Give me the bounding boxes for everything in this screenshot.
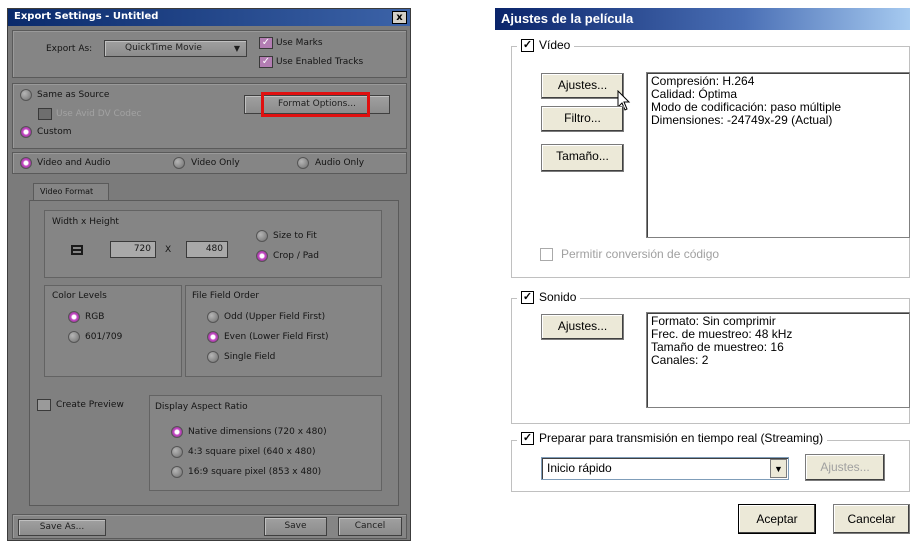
use-avid-dv-codec-checkbox[interactable] (38, 108, 52, 120)
x-separator: X (165, 245, 172, 255)
native-dimensions-radio[interactable] (171, 426, 183, 438)
video-label: Vídeo (539, 38, 571, 52)
video-info-line: Dimensiones: -24749x-29 (Actual) (651, 113, 833, 127)
video-only-radio[interactable] (173, 157, 185, 169)
audio-only-radio[interactable] (297, 157, 309, 169)
chevron-down-icon: ▼ (233, 44, 240, 53)
same-as-source-label: Same as Source (37, 90, 110, 100)
use-avid-dv-codec-label: Use Avid DV Codec (56, 109, 142, 119)
width-field[interactable]: 720 (110, 241, 156, 258)
streaming-ajustes-label: Ajustes... (820, 460, 870, 474)
size-to-fit-label: Size to Fit (273, 231, 317, 241)
video-ajustes-button[interactable]: Ajustes... (541, 73, 624, 99)
streaming-checkbox[interactable]: ✓ (521, 431, 534, 445)
width-height-label: Width x Height (52, 217, 119, 227)
use-enabled-tracks-checkbox[interactable] (259, 56, 273, 68)
sound-info-line: Canales: 2 (651, 353, 709, 367)
cancelar-label: Cancelar (847, 512, 896, 526)
movie-settings-window: Ajustes de la película ✓ Vídeo Ajustes..… (495, 8, 910, 543)
window-title: Export Settings - Untitled (8, 9, 410, 26)
highlight-box (261, 92, 370, 117)
use-marks-label: Use Marks (276, 38, 323, 48)
save-as-button[interactable]: Save As... (18, 519, 106, 536)
file-field-order-label: File Field Order (192, 291, 260, 301)
tamano-label: Tamaño... (556, 149, 609, 163)
save-as-label: Save As... (39, 522, 85, 532)
even-field-label: Even (Lower Field First) (224, 332, 329, 342)
export-settings-window: Export Settings - Untitled x Export As: … (7, 8, 411, 541)
sound-info-panel: Formato: Sin comprimir Frec. de muestreo… (646, 312, 910, 408)
use-enabled-tracks-label: Use Enabled Tracks (276, 57, 364, 67)
tab-video-format[interactable]: Video Format (33, 183, 109, 200)
size-to-fit-radio[interactable] (256, 230, 268, 242)
export-as-dropdown[interactable]: QuickTime Movie ▼ (104, 40, 247, 57)
display-aspect-ratio-label: Display Aspect Ratio (155, 402, 248, 412)
close-button[interactable]: x (392, 11, 407, 24)
video-header: ✓ Vídeo (517, 38, 575, 52)
square-43-radio[interactable] (171, 446, 183, 458)
sonido-ajustes-label: Ajustes... (557, 319, 608, 333)
crop-pad-radio[interactable] (256, 250, 268, 262)
audio-only-label: Audio Only (315, 158, 365, 168)
video-ajustes-label: Ajustes... (557, 78, 608, 92)
create-preview-checkbox[interactable] (37, 399, 51, 411)
video-checkbox[interactable]: ✓ (521, 38, 534, 52)
export-as-label: Export As: (46, 44, 93, 54)
single-field-label: Single Field (224, 352, 276, 362)
video-only-label: Video Only (191, 158, 240, 168)
color-levels-label: Color Levels (52, 291, 107, 301)
aceptar-button[interactable]: Aceptar (738, 504, 816, 534)
rgb-label: RGB (85, 312, 105, 322)
streaming-label: Preparar para transmisión en tiempo real… (539, 431, 824, 445)
save-button[interactable]: Save (264, 517, 327, 536)
rgb-radio[interactable] (68, 311, 80, 323)
permitir-checkbox[interactable] (540, 248, 553, 261)
r601-709-radio[interactable] (68, 331, 80, 343)
chevron-down-icon[interactable]: ▼ (770, 459, 787, 478)
window-title: Ajustes de la película (495, 8, 910, 30)
create-preview-label: Create Preview (56, 400, 124, 410)
crop-pad-label: Crop / Pad (273, 251, 320, 261)
custom-label: Custom (37, 127, 72, 137)
save-label: Save (284, 521, 307, 531)
video-and-audio-radio[interactable] (20, 157, 32, 169)
native-dimensions-label: Native dimensions (720 x 480) (188, 427, 327, 437)
export-as-value: QuickTime Movie (125, 43, 202, 53)
aspect-lock-icon (71, 245, 83, 255)
cancel-label: Cancel (354, 521, 386, 531)
odd-field-radio[interactable] (207, 311, 219, 323)
video-info-panel: Compresión: H.264 Calidad: Óptima Modo d… (646, 72, 910, 238)
filtro-label: Filtro... (564, 111, 601, 125)
single-field-radio[interactable] (207, 351, 219, 363)
streaming-ajustes-button[interactable]: Ajustes... (805, 454, 885, 481)
sonido-header: ✓ Sonido (517, 290, 581, 304)
sonido-ajustes-button[interactable]: Ajustes... (541, 314, 624, 340)
custom-radio[interactable] (20, 126, 32, 138)
cancelar-button[interactable]: Cancelar (833, 504, 910, 534)
odd-field-label: Odd (Upper Field First) (224, 312, 326, 322)
video-and-audio-label: Video and Audio (37, 158, 111, 168)
aceptar-label: Aceptar (756, 512, 798, 526)
square-43-label: 4:3 square pixel (640 x 480) (188, 447, 316, 457)
same-as-source-radio[interactable] (20, 89, 32, 101)
sonido-checkbox[interactable]: ✓ (521, 290, 534, 304)
even-field-radio[interactable] (207, 331, 219, 343)
height-field[interactable]: 480 (186, 241, 228, 258)
tab-video-format-label: Video Format (40, 187, 94, 196)
streaming-header: ✓ Preparar para transmisión en tiempo re… (517, 431, 828, 445)
cancel-button[interactable]: Cancel (338, 517, 402, 536)
square-169-label: 16:9 square pixel (853 x 480) (188, 467, 322, 477)
r601-709-label: 601/709 (85, 332, 123, 342)
tamano-button[interactable]: Tamaño... (541, 144, 624, 172)
use-marks-checkbox[interactable] (259, 37, 273, 49)
sonido-label: Sonido (539, 290, 577, 304)
square-169-radio[interactable] (171, 466, 183, 478)
filtro-button[interactable]: Filtro... (541, 106, 624, 132)
streaming-value: Inicio rápido (547, 461, 612, 475)
permitir-label: Permitir conversión de código (561, 247, 720, 261)
streaming-dropdown[interactable]: Inicio rápido ▼ (541, 457, 789, 480)
